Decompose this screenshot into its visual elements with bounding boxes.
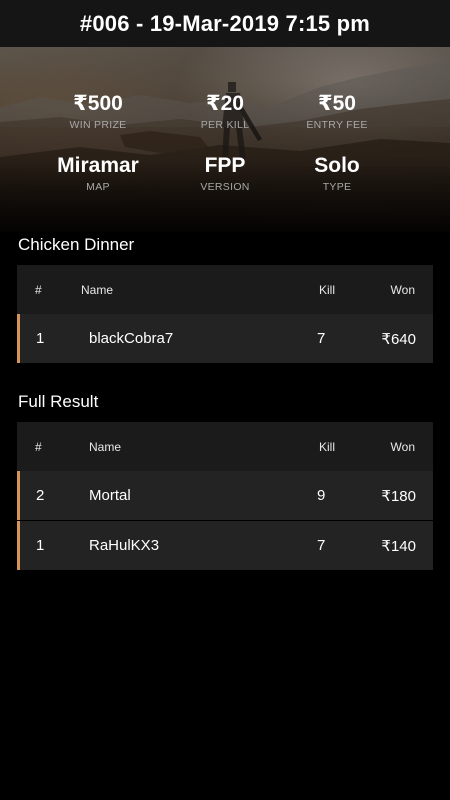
match-info-panel: ₹500 WIN PRIZE ₹20 PER KILL ₹50 ENTRY FE… [0, 47, 450, 232]
column-header-num: # [35, 282, 42, 297]
type-label: TYPE [322, 181, 352, 193]
table-row: 1 RaHulKX3 7 ₹140 [17, 521, 433, 570]
column-header-name: Name [81, 282, 114, 297]
row-kill: 7 [317, 330, 326, 347]
column-header-num: # [35, 439, 42, 454]
row-won: ₹640 [381, 330, 416, 348]
row-kill: 7 [317, 537, 326, 554]
row-won: ₹140 [381, 537, 416, 555]
row-num: 1 [36, 330, 45, 347]
column-header-kill: Kill [319, 282, 336, 297]
column-header-kill: Kill [319, 439, 336, 454]
table-row: 1 blackCobra7 7 ₹640 [17, 314, 433, 363]
column-header-won: Won [390, 439, 415, 454]
row-num: 1 [36, 537, 45, 554]
row-num: 2 [36, 487, 45, 504]
entry-fee-stat: ₹50 ENTRY FEE [262, 91, 412, 132]
row-name: Mortal [89, 487, 131, 504]
chicken-dinner-heading: Chicken Dinner [18, 235, 135, 254]
full-result-table: # Name Kill Won 2 Mortal 9 ₹180 1 RaHulK… [17, 422, 433, 570]
table-row: 2 Mortal 9 ₹180 [17, 471, 433, 520]
entry-fee-label: ENTRY FEE [306, 119, 368, 131]
table-header: # Name Kill Won [17, 265, 433, 314]
entry-fee-value: ₹50 [318, 92, 356, 115]
row-name: RaHulKX3 [89, 537, 160, 554]
table-header: # Name Kill Won [17, 422, 433, 471]
chicken-dinner-table: # Name Kill Won 1 blackCobra7 7 ₹640 [17, 265, 433, 363]
full-result-heading: Full Result [18, 392, 99, 411]
row-name: blackCobra7 [89, 330, 174, 347]
row-kill: 9 [317, 487, 326, 504]
type-stat: Solo TYPE [262, 153, 412, 194]
type-value: Solo [314, 154, 360, 177]
row-won: ₹180 [381, 487, 416, 505]
match-title: #006 - 19-Mar-2019 7:15 pm [0, 0, 450, 47]
column-header-won: Won [390, 282, 415, 297]
column-header-name: Name [89, 439, 122, 454]
